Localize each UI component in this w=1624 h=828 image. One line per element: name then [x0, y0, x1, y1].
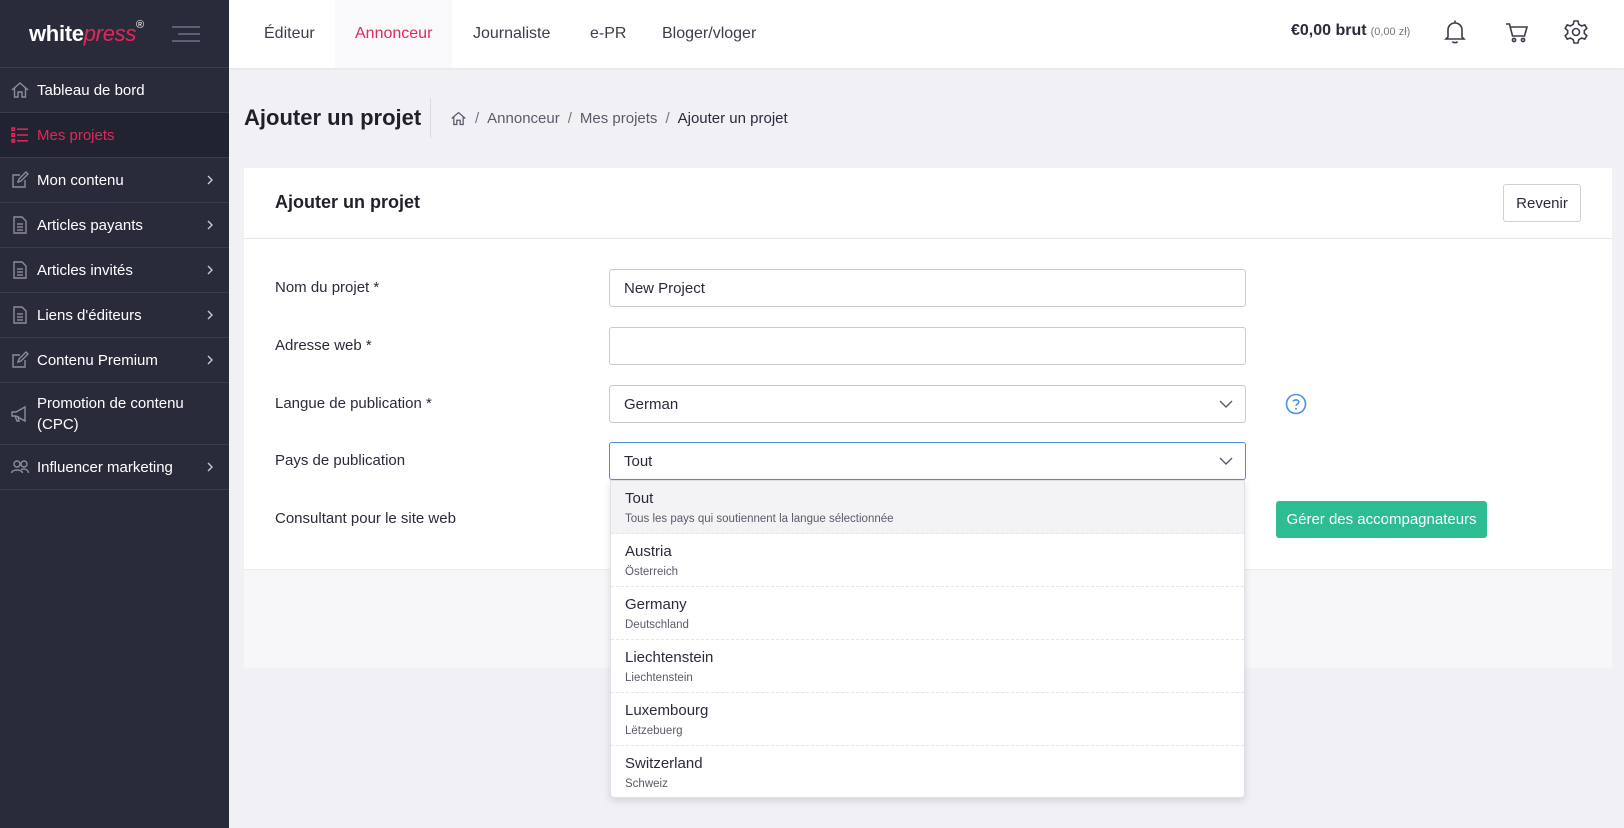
sidebar-item-label: Articles payants	[37, 216, 143, 234]
document-icon	[13, 306, 27, 324]
option-name: Liechtenstein	[625, 649, 714, 666]
country-dropdown: Tout Tous les pays qui soutiennent la la…	[610, 480, 1245, 798]
country-option-liechtenstein[interactable]: Liechtenstein Liechtenstein	[611, 640, 1244, 693]
title-divider	[430, 98, 431, 138]
sidebar-item-label: Promotion de contenu (CPC)	[37, 394, 184, 433]
manage-companions-button[interactable]: Gérer des accompagnateurs	[1276, 501, 1487, 538]
home-icon[interactable]	[450, 110, 467, 127]
sidebar: whitepress® Tableau de bord Mes projets …	[0, 0, 229, 828]
back-button[interactable]: Revenir	[1503, 184, 1581, 222]
edit-icon	[12, 171, 29, 188]
option-subtitle: Tous les pays qui soutiennent la langue …	[625, 513, 894, 525]
tab-journalist[interactable]: Journaliste	[473, 0, 550, 68]
edit-icon	[12, 351, 29, 368]
sidebar-item-label: Articles invités	[37, 261, 133, 279]
sidebar-item-label: Contenu Premium	[37, 351, 158, 369]
chevron-right-icon	[207, 310, 213, 320]
top-bar: Éditeur Annonceur Journaliste e-PR Bloge…	[229, 0, 1624, 68]
chevron-right-icon	[207, 265, 213, 275]
option-name: Tout	[625, 490, 654, 507]
option-subtitle: Lëtzebuerg	[625, 725, 683, 737]
breadcrumb-separator: /	[475, 110, 480, 127]
sidebar-item-label: Influencer marketing	[37, 458, 173, 476]
sidebar-item-my-projects[interactable]: Mes projets	[0, 113, 229, 158]
breadcrumb-my-projects[interactable]: Mes projets	[580, 110, 658, 127]
logo-bar: whitepress®	[0, 0, 229, 68]
home-icon	[11, 82, 29, 98]
breadcrumb: / Annonceur / Mes projets / Ajouter un p…	[450, 110, 788, 127]
country-select[interactable]: Tout	[609, 442, 1246, 480]
sidebar-item-premium-content[interactable]: Contenu Premium	[0, 338, 229, 383]
country-option-luxembourg[interactable]: Luxembourg Lëtzebuerg	[611, 693, 1244, 746]
option-subtitle: Österreich	[625, 566, 679, 578]
breadcrumb-separator: /	[665, 110, 670, 127]
project-name-input[interactable]	[609, 269, 1246, 307]
sidebar-item-dashboard[interactable]: Tableau de bord	[0, 68, 229, 113]
web-address-input[interactable]	[609, 327, 1246, 365]
card-header: Ajouter un projet Revenir	[244, 168, 1612, 239]
card-title: Ajouter un projet	[275, 192, 420, 212]
document-icon	[13, 216, 27, 234]
sidebar-item-label: Tableau de bord	[37, 81, 145, 99]
chevron-down-icon	[1219, 400, 1233, 408]
chevron-right-icon	[207, 462, 213, 472]
tab-editor[interactable]: Éditeur	[264, 0, 315, 68]
bell-icon[interactable]	[1441, 18, 1469, 46]
option-name: Switzerland	[625, 755, 703, 772]
logo-white: white	[29, 20, 84, 46]
chevron-right-icon	[207, 175, 213, 185]
breadcrumb-separator: /	[567, 110, 572, 127]
country-option-austria[interactable]: Austria Österreich	[611, 534, 1244, 587]
sidebar-item-paid-articles[interactable]: Articles payants	[0, 203, 229, 248]
tab-advertiser[interactable]: Annonceur	[335, 0, 453, 68]
option-name: Germany	[625, 596, 687, 613]
option-subtitle: Deutschland	[625, 619, 689, 631]
sidebar-item-publisher-links[interactable]: Liens d'éditeurs	[0, 293, 229, 338]
help-icon[interactable]	[1285, 393, 1307, 415]
users-icon	[10, 460, 30, 474]
consultant-label: Consultant pour le site web	[275, 510, 456, 527]
tab-epr[interactable]: e-PR	[590, 0, 626, 68]
logo[interactable]: whitepress®	[29, 19, 144, 47]
cart-icon[interactable]	[1503, 18, 1531, 46]
option-subtitle: Liechtenstein	[625, 672, 693, 684]
sidebar-item-my-content[interactable]: Mon contenu	[0, 158, 229, 203]
chevron-down-icon	[1219, 457, 1233, 465]
balance-amount: €0,00 brut	[1291, 22, 1367, 39]
country-value: Tout	[624, 452, 653, 470]
sidebar-item-influencer-marketing[interactable]: Influencer marketing	[0, 445, 229, 490]
country-option-switzerland[interactable]: Switzerland Schweiz	[611, 746, 1244, 797]
chevron-right-icon	[207, 355, 213, 365]
country-option-all[interactable]: Tout Tous les pays qui soutiennent la la…	[611, 481, 1244, 534]
sidebar-item-label: Mes projets	[37, 126, 115, 144]
megaphone-icon	[11, 405, 26, 422]
gear-icon[interactable]	[1562, 18, 1590, 46]
option-name: Austria	[625, 543, 672, 560]
breadcrumb-advertiser[interactable]: Annonceur	[487, 110, 560, 127]
project-name-label: Nom du projet *	[275, 279, 380, 296]
sidebar-item-content-promotion[interactable]: Promotion de contenu (CPC)	[0, 383, 229, 445]
option-subtitle: Schweiz	[625, 778, 668, 790]
document-icon	[13, 261, 27, 279]
tab-blogger[interactable]: Bloger/vloger	[662, 0, 756, 68]
option-name: Luxembourg	[625, 702, 709, 719]
balance-pln: (0,00 zł)	[1370, 26, 1411, 38]
language-label: Langue de publication *	[275, 395, 432, 412]
page-title: Ajouter un projet	[244, 105, 422, 130]
logo-mark: ®	[136, 19, 144, 32]
country-option-germany[interactable]: Germany Deutschland	[611, 587, 1244, 640]
chevron-right-icon	[207, 220, 213, 230]
menu-toggle-icon[interactable]	[172, 26, 200, 42]
breadcrumb-current: Ajouter un projet	[677, 110, 788, 127]
web-address-label: Adresse web *	[275, 337, 372, 354]
balance[interactable]: €0,00 brut (0,00 zł)	[1291, 22, 1410, 40]
sidebar-item-label: Mon contenu	[37, 171, 124, 189]
country-label: Pays de publication	[275, 452, 406, 469]
language-select[interactable]: German	[609, 385, 1246, 423]
sidebar-item-guest-articles[interactable]: Articles invités	[0, 248, 229, 293]
sidebar-item-label: Liens d'éditeurs	[37, 306, 142, 324]
logo-press: press	[83, 20, 137, 46]
list-icon	[11, 127, 28, 143]
language-value: German	[624, 395, 679, 413]
